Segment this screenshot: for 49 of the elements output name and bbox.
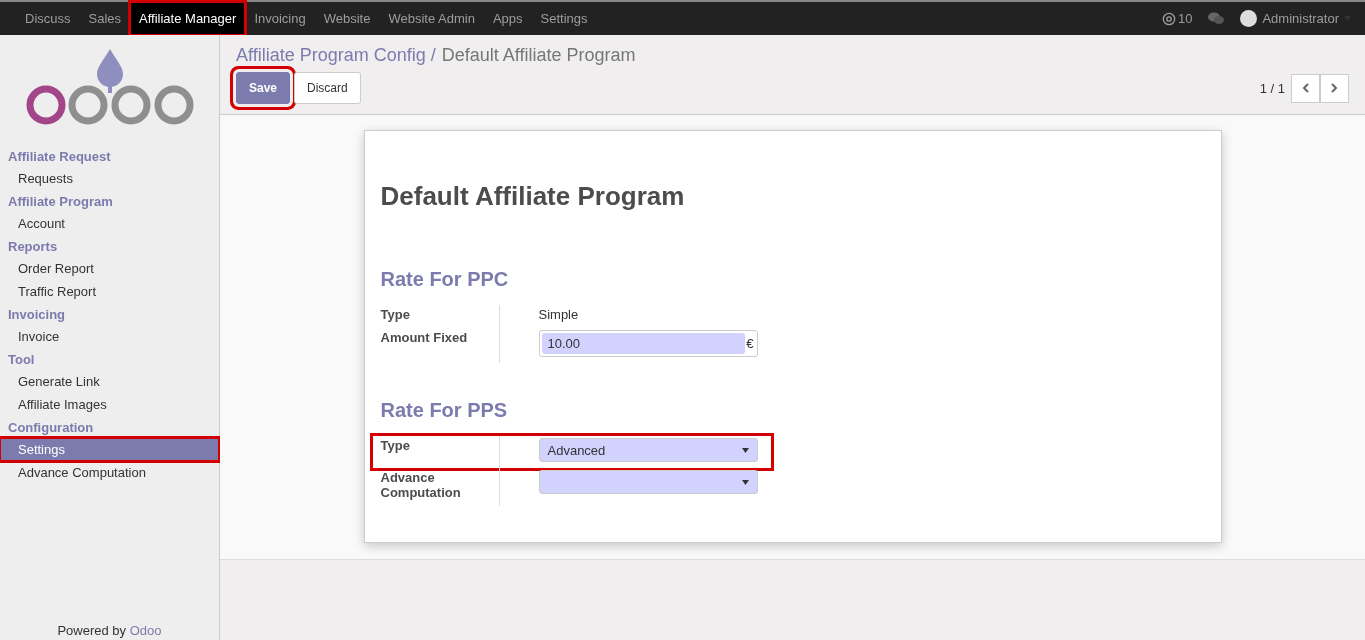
top-menu-item[interactable]: Affiliate Manager: [130, 2, 246, 35]
user-menu[interactable]: Administrator: [1240, 10, 1351, 27]
chat-icon[interactable]: [1208, 12, 1225, 25]
avatar-icon: [1240, 10, 1258, 27]
top-menu-item[interactable]: Sales: [79, 2, 131, 35]
sidebar-section-title: Configuration: [7, 419, 95, 437]
form-title: Default Affiliate Program: [380, 181, 686, 212]
sidebar-section-title: Reports: [7, 238, 59, 256]
top-menu-item[interactable]: Discuss: [16, 2, 80, 35]
discard-button[interactable]: Discard: [294, 72, 361, 104]
mention-count: 10: [1177, 11, 1193, 26]
field-value: Simple: [538, 307, 579, 322]
sidebar-item[interactable]: Generate Link: [0, 370, 219, 393]
chevron-left-icon: [1302, 83, 1309, 93]
group-title: Rate For PPC: [380, 268, 510, 291]
field-label: Advance Computation: [380, 468, 500, 506]
select-field[interactable]: Advanced: [538, 438, 758, 462]
select-field[interactable]: [538, 470, 758, 494]
sidebar-item[interactable]: Traffic Report: [0, 280, 219, 303]
group-title: Rate For PPS: [380, 399, 509, 422]
previous-button[interactable]: [1291, 73, 1320, 103]
next-button[interactable]: [1320, 73, 1349, 103]
top-menu-item[interactable]: Website: [314, 2, 380, 35]
sidebar-item[interactable]: Settings: [0, 438, 219, 461]
caret-icon: [741, 447, 749, 453]
sidebar-section-title: Affiliate Program: [7, 193, 114, 211]
sidebar-section-title: Affiliate Request: [7, 148, 112, 166]
field-label: Type: [380, 436, 500, 468]
chevron-right-icon: [1331, 83, 1338, 93]
sidebar-item[interactable]: Affiliate Images: [0, 393, 219, 416]
caret-icon: [741, 479, 749, 485]
sidebar-item[interactable]: Advance Computation: [0, 461, 219, 484]
sidebar-section-title: Tool: [7, 351, 36, 369]
top-menu-item[interactable]: Apps: [483, 2, 532, 35]
sidebar-item[interactable]: Account: [0, 212, 219, 235]
breadcrumb-current: Default Affiliate Program: [441, 45, 636, 66]
sidebar-item[interactable]: Requests: [0, 167, 219, 190]
powered-by-text: Powered by Odoo: [56, 623, 163, 640]
top-menu-item[interactable]: Website Admin: [379, 2, 484, 35]
field-label: Type: [380, 305, 500, 328]
pager-text: 1 / 1: [1259, 80, 1285, 96]
sidebar-item[interactable]: Order Report: [0, 257, 219, 280]
sidebar-item[interactable]: Invoice: [0, 325, 219, 348]
amount-field[interactable]: 10.00 €: [538, 330, 758, 357]
at-icon[interactable]: [1161, 11, 1176, 26]
top-menu-item[interactable]: Invoicing: [245, 2, 315, 35]
sidebar-section-title: Invoicing: [7, 306, 67, 324]
top-menu-item[interactable]: Settings: [531, 2, 597, 35]
field-label: Amount Fixed: [380, 328, 500, 363]
